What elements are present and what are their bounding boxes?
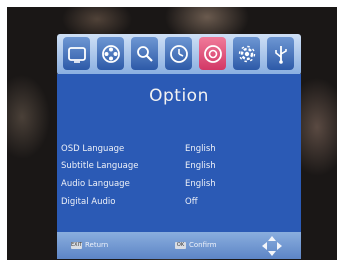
clock-icon (169, 44, 188, 63)
osd-menu: Option OSD Language English Subtitle Lan… (57, 34, 301, 259)
hint-bar: EXIT Return OK Confirm (57, 232, 301, 259)
ok-key-icon: OK (175, 241, 186, 249)
tab-search[interactable] (131, 37, 158, 70)
menu-tab-bar (57, 34, 301, 75)
setting-row-osd-language[interactable]: OSD Language English (61, 144, 297, 158)
setting-label: Audio Language (61, 179, 130, 189)
setting-value: English (185, 179, 216, 189)
option-icon (203, 44, 222, 63)
tab-settings[interactable] (233, 37, 260, 70)
tv-icon (67, 46, 86, 63)
usb-icon (274, 45, 287, 64)
search-channel-icon (136, 45, 153, 62)
option-panel: Option OSD Language English Subtitle Lan… (57, 74, 301, 232)
setting-value: English (185, 144, 216, 154)
tab-tv[interactable] (63, 37, 90, 70)
setting-row-subtitle-language[interactable]: Subtitle Language English (61, 161, 297, 175)
page-title: Option (149, 86, 209, 106)
exit-key-icon: EXIT (71, 241, 83, 249)
setting-label: Subtitle Language (61, 161, 139, 171)
setting-label: OSD Language (61, 144, 125, 154)
tv-screen: Option OSD Language English Subtitle Lan… (7, 7, 337, 260)
tab-media[interactable] (97, 37, 124, 70)
setting-value: English (185, 161, 216, 171)
dpad-arrows-icon (262, 236, 282, 256)
settings-gear-icon (238, 45, 255, 62)
setting-value: Off (185, 197, 198, 207)
return-label: Return (85, 241, 109, 249)
tab-option[interactable] (199, 37, 226, 70)
setting-row-audio-language[interactable]: Audio Language English (61, 179, 297, 193)
setting-label: Digital Audio (61, 197, 116, 207)
confirm-label: Confirm (189, 241, 217, 249)
tab-usb[interactable] (267, 37, 294, 70)
confirm-hint: OK Confirm (175, 241, 217, 249)
return-hint: EXIT Return (71, 241, 108, 249)
film-reel-icon (101, 44, 120, 63)
setting-row-digital-audio[interactable]: Digital Audio Off (61, 197, 297, 211)
tab-time[interactable] (165, 37, 192, 70)
